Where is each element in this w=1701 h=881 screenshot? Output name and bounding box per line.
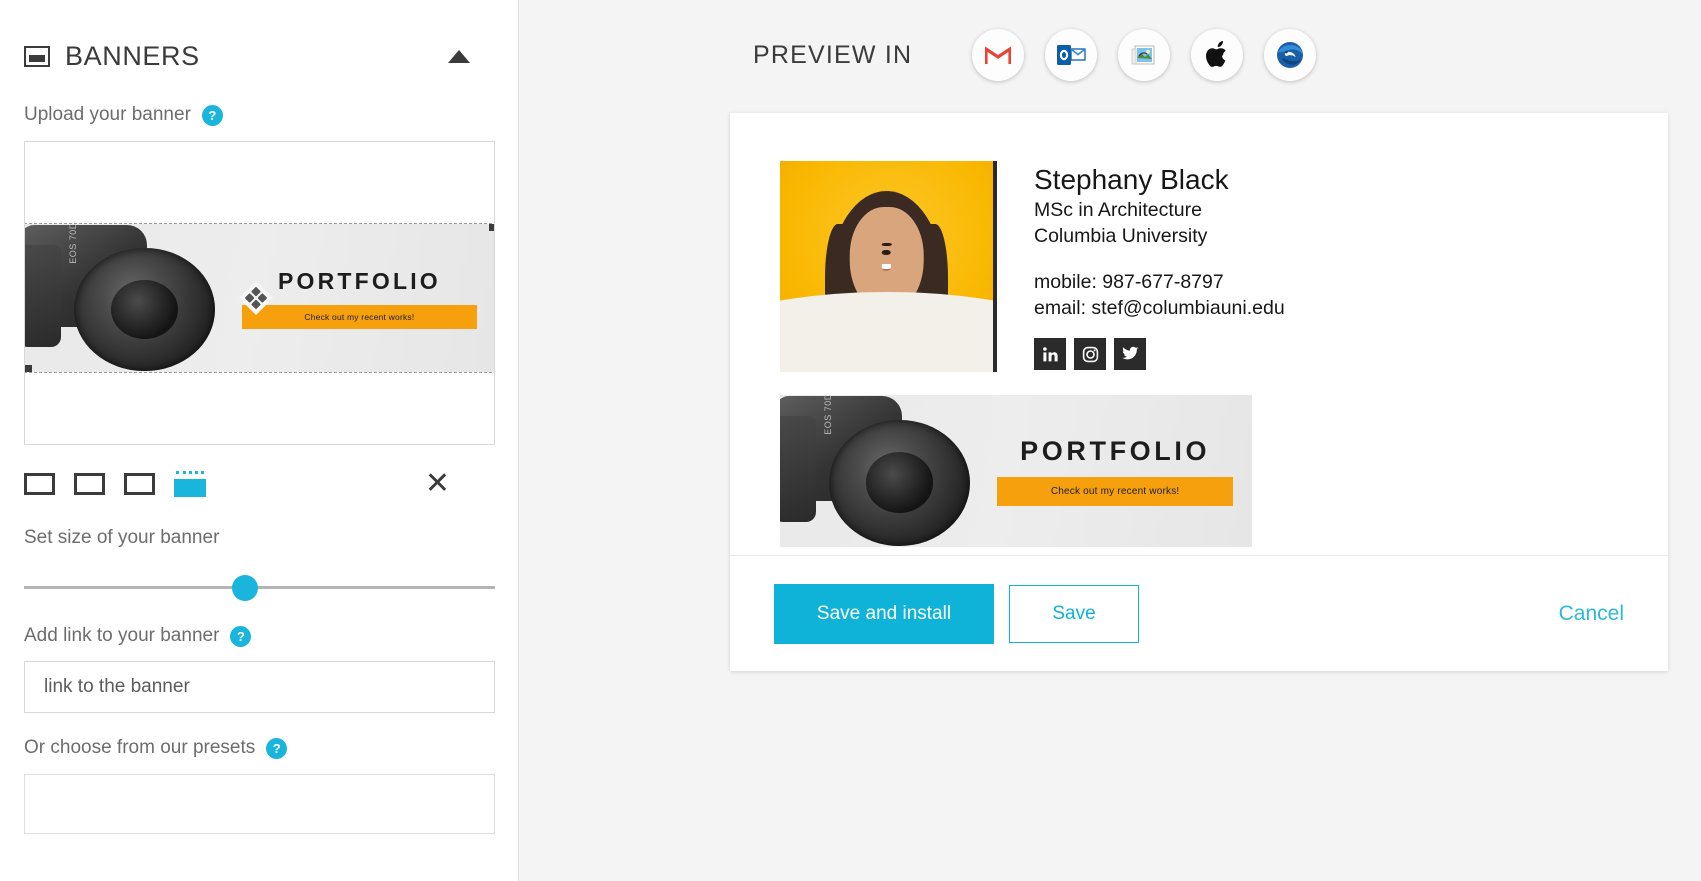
presets-gallery[interactable] bbox=[24, 774, 495, 834]
banner-icon bbox=[24, 45, 50, 67]
preview-in-label: PREVIEW IN bbox=[753, 40, 913, 69]
camera-model-label: EOS 70D bbox=[67, 224, 78, 264]
thunderbird-icon[interactable] bbox=[1264, 29, 1317, 81]
signature-organization: Columbia University bbox=[1034, 224, 1208, 247]
set-size-label-text: Set size of your banner bbox=[24, 527, 220, 548]
preview-pane: PREVIEW IN Stephany Black MSc in Archite… bbox=[519, 0, 1701, 881]
linkedin-icon[interactable] bbox=[1034, 338, 1066, 371]
presets-label: Or choose from our presets ? bbox=[24, 737, 494, 759]
help-icon-presets[interactable]: ? bbox=[266, 737, 288, 759]
slider-track[interactable] bbox=[24, 586, 495, 589]
twitter-icon[interactable] bbox=[1114, 338, 1146, 371]
email-client-list bbox=[972, 29, 1317, 81]
preview-toolbar: PREVIEW IN bbox=[519, 0, 1701, 110]
set-size-label: Set size of your banner bbox=[24, 527, 494, 549]
apple-mail-icon[interactable] bbox=[1191, 29, 1244, 81]
ratio-medium-button[interactable] bbox=[74, 473, 105, 495]
help-icon-link[interactable]: ? bbox=[230, 625, 252, 647]
ratio-small-button[interactable] bbox=[24, 473, 55, 495]
banners-sidebar: BANNERS Upload your banner ? EOS 70D POR… bbox=[0, 0, 519, 881]
upload-banner-label-text: Upload your banner bbox=[24, 104, 191, 125]
banner-size-slider[interactable] bbox=[24, 575, 495, 601]
signature-contact-block: mobile: 987-677-8797 email: stef@columbi… bbox=[1034, 269, 1285, 321]
crop-handle-top-right[interactable] bbox=[489, 224, 494, 231]
avatar bbox=[780, 161, 993, 372]
slider-thumb[interactable] bbox=[232, 575, 259, 601]
signature-actions: Save and install Save Cancel bbox=[730, 555, 1668, 671]
caret-up-icon[interactable] bbox=[448, 49, 470, 63]
app-root: BANNERS Upload your banner ? EOS 70D POR… bbox=[0, 0, 1701, 881]
camera-illustration: EOS 70D bbox=[25, 224, 242, 372]
signature-header-row: Stephany Black MSc in Architecture Colum… bbox=[780, 161, 1618, 372]
save-and-install-button[interactable]: Save and install bbox=[774, 583, 994, 644]
banner-link-input[interactable] bbox=[24, 661, 495, 713]
crop-handle-bottom-left[interactable] bbox=[25, 365, 32, 372]
camera-illustration-preview: EOS 70D bbox=[780, 395, 997, 547]
save-button[interactable]: Save bbox=[1009, 584, 1139, 643]
instagram-icon[interactable] bbox=[1074, 338, 1106, 371]
banner-headline: PORTFOLIO bbox=[277, 267, 441, 294]
signature-email: email: stef@columbiauni.edu bbox=[1034, 296, 1285, 319]
outlook-icon[interactable] bbox=[1045, 29, 1098, 81]
add-link-label-text: Add link to your banner bbox=[24, 625, 220, 646]
signature-banner-cta[interactable]: Check out my recent works! bbox=[997, 477, 1234, 506]
signature-name: Stephany Black bbox=[1034, 164, 1229, 195]
banner-text-block: PORTFOLIO Check out my recent works! bbox=[241, 267, 478, 329]
banner-upload-preview[interactable]: EOS 70D PORTFOLIO Check out my recent wo… bbox=[24, 141, 495, 445]
signature-vertical-rule bbox=[993, 161, 997, 372]
panel-header[interactable]: BANNERS bbox=[24, 0, 494, 104]
camera-model-label-preview: EOS 70D bbox=[822, 395, 833, 436]
signature-banner-text: PORTFOLIO Check out my recent works! bbox=[997, 436, 1234, 506]
signature-banner-headline: PORTFOLIO bbox=[1020, 436, 1211, 466]
banner-cta-button[interactable]: Check out my recent works! bbox=[241, 304, 478, 329]
signature-banner-image[interactable]: EOS 70D PORTFOLIO Check out my recent wo… bbox=[780, 395, 1252, 547]
ratio-custom-active-button[interactable] bbox=[174, 471, 206, 497]
signature-title: MSc in Architecture bbox=[1034, 198, 1202, 221]
ratio-large-button[interactable] bbox=[124, 473, 155, 495]
signature-body: Stephany Black MSc in Architecture Colum… bbox=[730, 113, 1668, 547]
signature-preview-card: Stephany Black MSc in Architecture Colum… bbox=[730, 113, 1668, 671]
help-icon-upload[interactable]: ? bbox=[201, 104, 223, 126]
banner-ratio-toolbar: ✕ bbox=[24, 465, 494, 503]
upload-banner-label: Upload your banner ? bbox=[24, 104, 494, 126]
windows-mail-icon[interactable] bbox=[1118, 29, 1171, 81]
page-title: BANNERS bbox=[65, 40, 200, 71]
signature-social-links bbox=[1034, 338, 1285, 371]
add-link-label: Add link to your banner ? bbox=[24, 625, 494, 647]
signature-mobile: mobile: 987-677-8797 bbox=[1034, 270, 1224, 293]
cancel-button[interactable]: Cancel bbox=[1559, 602, 1624, 626]
signature-details: Stephany Black MSc in Architecture Colum… bbox=[1017, 161, 1285, 372]
banner-crop-area[interactable]: EOS 70D PORTFOLIO Check out my recent wo… bbox=[25, 223, 494, 373]
close-icon[interactable]: ✕ bbox=[425, 469, 450, 499]
presets-label-text: Or choose from our presets bbox=[24, 737, 256, 758]
gmail-icon[interactable] bbox=[972, 29, 1025, 81]
